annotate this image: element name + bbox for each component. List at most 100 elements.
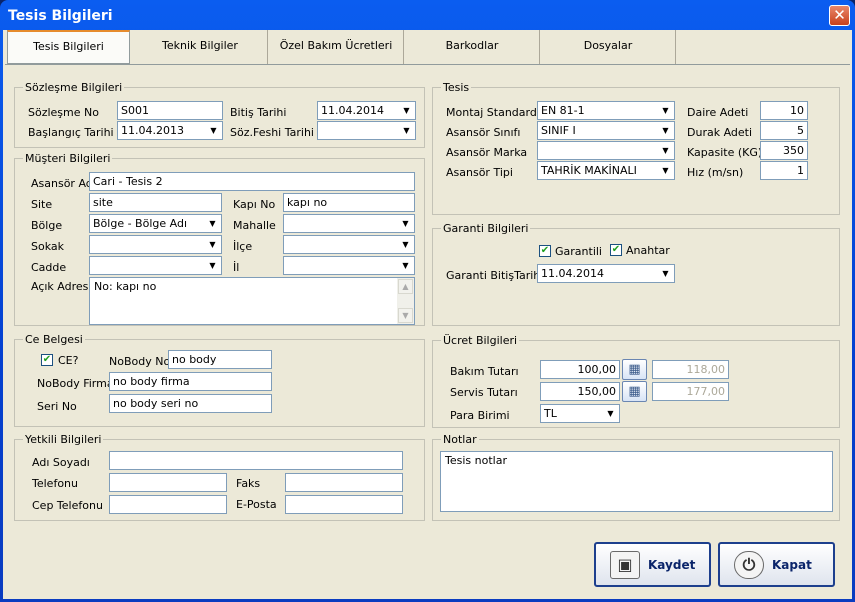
close-button[interactable]: ✕ (829, 5, 850, 26)
kapat-button[interactable]: ⏻ Kapat (718, 542, 835, 587)
nobody-no-input[interactable]: no body (168, 350, 272, 369)
musteri-group-title: Müşteri Bilgileri (23, 152, 113, 165)
chevron-down-icon[interactable]: ▼ (206, 123, 221, 138)
daire-adeti-label: Daire Adeti (687, 106, 749, 119)
kapat-label: Kapat (772, 558, 812, 572)
faks-input[interactable] (285, 473, 403, 492)
hiz-label: Hız (m/sn) (687, 166, 744, 179)
notlar-textarea[interactable]: Tesis notlar (440, 451, 833, 512)
garanti-bitis-label: Garanti BitişTarihi (446, 269, 544, 282)
kapasite-label: Kapasite (KG) (687, 146, 763, 159)
kapi-no-label: Kapı No (233, 198, 276, 211)
seri-no-input[interactable]: no body seri no (109, 394, 272, 413)
chevron-down-icon[interactable]: ▼ (398, 237, 413, 252)
bakim-tutari-input[interactable]: 100,00 (540, 360, 620, 379)
montaj-standardi-value: EN 81-1 (541, 104, 585, 117)
chevron-down-icon[interactable]: ▼ (658, 143, 673, 158)
acik-adres-value: No: kapı no (94, 280, 157, 293)
servis-tutari-label: Servis Tutarı (450, 386, 518, 399)
garanti-group-title: Garanti Bilgileri (441, 222, 531, 235)
bitis-tarihi-picker[interactable]: 11.04.2014 ▼ (317, 101, 416, 120)
asansor-tipi-select[interactable]: TAHRİK MAKİNALI ▼ (537, 161, 675, 180)
garanti-bitis-value: 11.04.2014 (541, 267, 604, 280)
asansor-marka-label: Asansör Marka (446, 146, 528, 159)
title-bar[interactable]: Tesis Bilgileri ✕ (0, 0, 855, 30)
telefon-input[interactable] (109, 473, 227, 492)
fesih-tarihi-picker[interactable]: ▼ (317, 121, 416, 140)
asansor-adi-input[interactable]: Cari - Tesis 2 (89, 172, 415, 191)
bolge-select[interactable]: Bölge - Bölge Adı ▼ (89, 214, 222, 233)
chevron-down-icon[interactable]: ▼ (399, 103, 414, 118)
scroll-up-icon[interactable]: ▲ (398, 279, 413, 294)
bitis-tarihi-value: 11.04.2014 (321, 104, 384, 117)
acik-adres-label: Açık Adres (31, 280, 89, 293)
garantili-checkbox[interactable]: ✔ (539, 245, 551, 257)
ucret-group-title: Ücret Bilgileri (441, 334, 520, 347)
asansor-marka-select[interactable]: ▼ (537, 141, 675, 160)
tab-ozel-bakim-ucretleri[interactable]: Özel Bakım Ücretleri (269, 30, 404, 64)
tab-teknik-bilgiler[interactable]: Teknik Bilgiler (133, 30, 268, 64)
site-input[interactable]: site (89, 193, 222, 212)
chevron-down-icon[interactable]: ▼ (658, 123, 673, 138)
garantili-label: Garantili (555, 245, 602, 258)
eposta-input[interactable] (285, 495, 403, 514)
servis-tutari-input[interactable]: 150,00 (540, 382, 620, 401)
nobody-firma-input[interactable]: no body firma (109, 372, 272, 391)
baslangic-tarihi-label: Başlangıç Tarihi (28, 126, 114, 139)
sozlesme-no-label: Sözleşme No (28, 106, 99, 119)
chevron-down-icon[interactable]: ▼ (398, 258, 413, 273)
servis-kdvli-output: 177,00 (652, 382, 729, 401)
mahalle-select[interactable]: ▼ (283, 214, 415, 233)
ad-soyad-label: Adı Soyadı (32, 456, 90, 469)
anahtar-checkbox[interactable]: ✔ (610, 244, 622, 256)
chevron-down-icon[interactable]: ▼ (658, 163, 673, 178)
chevron-down-icon[interactable]: ▼ (658, 266, 673, 281)
ad-soyad-input[interactable] (109, 451, 403, 470)
power-icon: ⏻ (734, 551, 764, 579)
window-client: Tesis Bilgileri Teknik Bilgiler Özel Bak… (3, 30, 852, 599)
bolge-value: Bölge - Bölge Adı (93, 217, 187, 230)
acik-adres-textarea[interactable]: No: kapı no ▲ ▼ (89, 277, 415, 325)
kapasite-input[interactable]: 350 (760, 141, 808, 160)
chevron-down-icon[interactable]: ▼ (399, 123, 414, 138)
sozlesme-no-input[interactable]: S001 (117, 101, 223, 120)
tab-dosyalar[interactable]: Dosyalar (541, 30, 676, 64)
durak-adeti-input[interactable]: 5 (760, 121, 808, 140)
chevron-down-icon[interactable]: ▼ (603, 406, 618, 421)
il-select[interactable]: ▼ (283, 256, 415, 275)
chevron-down-icon[interactable]: ▼ (658, 103, 673, 118)
cadde-select[interactable]: ▼ (89, 256, 222, 275)
asansor-sinifi-select[interactable]: SINIF I ▼ (537, 121, 675, 140)
mahalle-label: Mahalle (233, 219, 276, 232)
calculator-icon[interactable]: ▦ (622, 359, 647, 380)
montaj-standardi-select[interactable]: EN 81-1 ▼ (537, 101, 675, 120)
bolge-label: Bölge (31, 219, 63, 232)
baslangic-tarihi-picker[interactable]: 11.04.2013 ▼ (117, 121, 223, 140)
sokak-select[interactable]: ▼ (89, 235, 222, 254)
nobody-no-label: NoBody No (109, 355, 171, 368)
kaydet-label: Kaydet (648, 558, 696, 572)
tab-tesis-bilgileri[interactable]: Tesis Bilgileri (7, 30, 130, 64)
ilce-select[interactable]: ▼ (283, 235, 415, 254)
daire-adeti-input[interactable]: 10 (760, 101, 808, 120)
sozlesme-group-title: Sözleşme Bilgileri (23, 81, 125, 94)
tesis-group-title: Tesis (441, 81, 472, 94)
cep-telefon-input[interactable] (109, 495, 227, 514)
chevron-down-icon[interactable]: ▼ (398, 216, 413, 231)
para-birimi-select[interactable]: TL ▼ (540, 404, 620, 423)
asansor-adi-label: Asansör Adı (31, 177, 96, 190)
acik-adres-scrollbar[interactable]: ▲ ▼ (397, 278, 414, 324)
hiz-input[interactable]: 1 (760, 161, 808, 180)
ce-checkbox[interactable]: ✔ (41, 354, 53, 366)
scroll-down-icon[interactable]: ▼ (398, 308, 413, 323)
tab-barkodlar[interactable]: Barkodlar (405, 30, 540, 64)
montaj-standardi-label: Montaj Standardı (446, 106, 540, 119)
chevron-down-icon[interactable]: ▼ (205, 258, 220, 273)
calculator-icon[interactable]: ▦ (622, 381, 647, 402)
window-title: Tesis Bilgileri (8, 8, 113, 24)
kapi-no-input[interactable]: kapı no (283, 193, 415, 212)
garanti-bitis-picker[interactable]: 11.04.2014 ▼ (537, 264, 675, 283)
kaydet-button[interactable]: ▣ Kaydet (594, 542, 711, 587)
chevron-down-icon[interactable]: ▼ (205, 216, 220, 231)
chevron-down-icon[interactable]: ▼ (205, 237, 220, 252)
